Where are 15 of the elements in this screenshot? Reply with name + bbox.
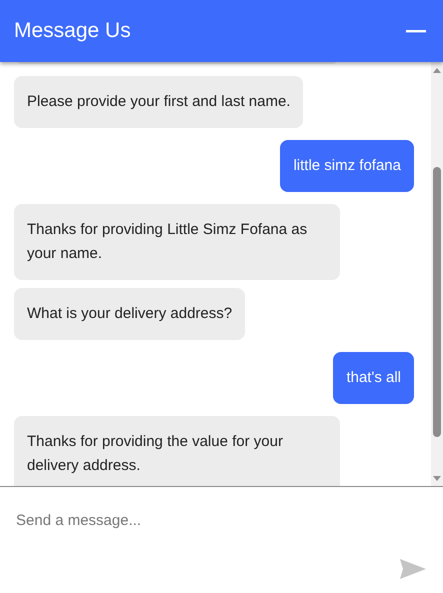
user-message: that's all xyxy=(333,352,414,404)
minimize-icon xyxy=(406,30,426,32)
user-message: little simz fofana xyxy=(280,140,414,192)
scroll-down-icon[interactable] xyxy=(433,476,441,481)
scrollbar-thumb[interactable] xyxy=(433,167,441,437)
bot-message: Please provide your first and last name. xyxy=(14,76,304,128)
send-button[interactable] xyxy=(400,559,426,579)
chat-title: Message Us xyxy=(14,19,131,43)
bot-message: Thanks for providing Little Simz Fofana as your name. xyxy=(14,204,340,280)
bot-message: What is your delivery address? xyxy=(14,288,246,340)
send-icon xyxy=(400,559,426,579)
bot-message: Thanks for providing the value for your delivery address. xyxy=(14,416,340,486)
scroll-up-icon[interactable] xyxy=(433,68,441,73)
message-input[interactable]: Send a message... xyxy=(16,509,396,531)
scrollbar[interactable] xyxy=(431,62,443,486)
